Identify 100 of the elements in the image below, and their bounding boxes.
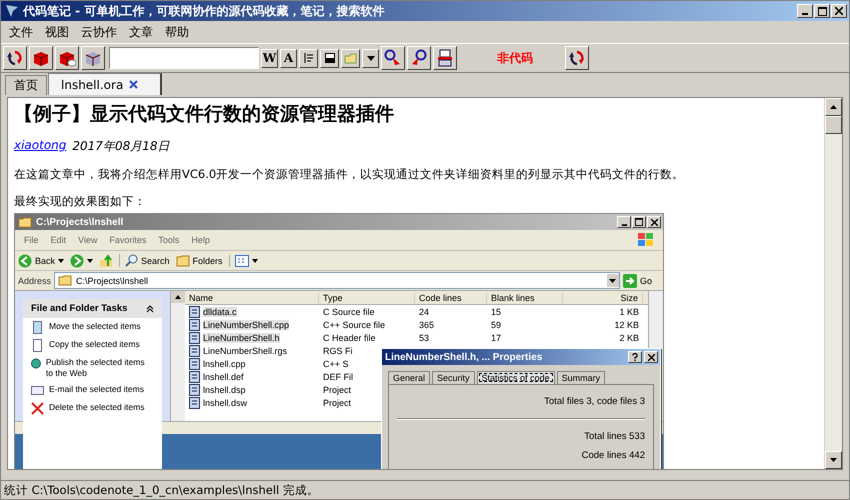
- table-cell: DEF Fil: [323, 372, 353, 382]
- folders-button[interactable]: Folders: [176, 254, 223, 266]
- file-name[interactable]: LineNumberShell.h: [203, 332, 280, 342]
- file-name[interactable]: lnshell.dsw: [203, 398, 248, 408]
- back-button[interactable]: Back: [18, 254, 64, 268]
- dropdown-button[interactable]: [606, 274, 619, 287]
- toolbar-button[interactable]: W: [261, 48, 278, 68]
- window-icon[interactable]: [320, 48, 339, 68]
- menu-item[interactable]: 视图: [39, 24, 75, 40]
- maximize-button[interactable]: [632, 216, 646, 228]
- table-cell-text: 53: [418, 332, 430, 342]
- status-bar: 统计 C:\Tools\codenote_1_0_cn\examples\lnshell 完成。: [1, 480, 849, 499]
- search-field[interactable]: [109, 47, 259, 69]
- close-tab-icon[interactable]: [129, 80, 138, 89]
- scroll-up-button[interactable]: [825, 98, 842, 116]
- minimize-button[interactable]: [797, 4, 813, 18]
- menu-item[interactable]: Favorites: [103, 235, 152, 245]
- scroll-up-button[interactable]: [171, 291, 185, 303]
- file-name[interactable]: lnshell.cpp: [203, 358, 246, 368]
- up-arrow-icon: [175, 295, 181, 299]
- dialog-tab[interactable]: Security: [432, 371, 475, 384]
- close-button[interactable]: [644, 351, 658, 363]
- window-title: C:\Projects\lnshell: [36, 216, 124, 228]
- task-link[interactable]: Delete the selected items: [49, 402, 144, 413]
- search-button[interactable]: Search: [119, 254, 170, 267]
- search-icon: [125, 254, 138, 267]
- menu-item[interactable]: Tools: [152, 235, 186, 245]
- indent-icon[interactable]: [299, 48, 318, 68]
- app-icon: [5, 4, 19, 18]
- menu-item[interactable]: 文章: [123, 24, 159, 40]
- dialog-tab[interactable]: Summary: [556, 371, 606, 384]
- file-icon: [189, 370, 200, 382]
- menu-item[interactable]: 帮助: [159, 24, 195, 40]
- file-name[interactable]: LineNumberShell.rgs: [203, 346, 288, 356]
- dropdown-button[interactable]: [362, 48, 379, 68]
- column-header[interactable]: Size: [563, 292, 643, 302]
- views-button[interactable]: [228, 254, 258, 266]
- menu-item[interactable]: 云协作: [75, 24, 123, 40]
- column-header[interactable]: Type: [319, 292, 415, 302]
- minimize-button[interactable]: [617, 216, 631, 228]
- article-title: 【例子】显示代码文件行数的资源管理器插件: [14, 102, 395, 127]
- box-icon[interactable]: [29, 46, 53, 70]
- menu-item[interactable]: 文件: [3, 24, 39, 40]
- scroll-down-button[interactable]: [825, 451, 842, 469]
- task-link[interactable]: Move the selected items: [49, 321, 141, 332]
- menu-item[interactable]: Edit: [44, 235, 72, 245]
- printer-icon[interactable]: [433, 46, 457, 70]
- table-cell-text: 365: [418, 320, 436, 330]
- folder-icon[interactable]: [341, 48, 360, 68]
- table-cell-text: 15: [490, 306, 502, 316]
- go-button[interactable]: Go: [622, 274, 660, 288]
- menu-item[interactable]: File: [18, 235, 45, 245]
- close-button[interactable]: [831, 4, 847, 18]
- table-cell-text: 12 KB: [613, 320, 640, 330]
- magnifier-icon[interactable]: [407, 46, 431, 70]
- column-header[interactable]: Name: [185, 292, 319, 302]
- task-link[interactable]: Copy the selected items: [49, 339, 140, 350]
- document-tab[interactable]: 首页: [5, 75, 47, 95]
- column-header[interactable]: Blank lines: [487, 292, 563, 302]
- maximize-icon: [635, 218, 643, 226]
- faded-box-icon[interactable]: [81, 46, 105, 70]
- folder-icon: [58, 275, 72, 286]
- document-tab[interactable]: lnshell.ora: [48, 73, 162, 95]
- file-name[interactable]: lnshell.dsp: [203, 384, 246, 394]
- box-cloud-icon[interactable]: [55, 46, 79, 70]
- table-cell-text: 24: [418, 306, 430, 316]
- dialog-tab[interactable]: General: [388, 371, 430, 384]
- table-cell: C++ S: [323, 358, 349, 368]
- close-button[interactable]: [647, 216, 661, 228]
- scroll-thumb[interactable]: [825, 116, 842, 134]
- close-icon: [650, 218, 658, 226]
- file-name[interactable]: dlldata.c: [203, 306, 237, 316]
- address-label: Address: [18, 276, 52, 286]
- refresh-icon[interactable]: [3, 46, 27, 70]
- views-icon: [234, 254, 249, 266]
- file-icon: [189, 306, 200, 318]
- file-name[interactable]: lnshell.def: [203, 372, 244, 382]
- magnifier-icon[interactable]: [381, 46, 405, 70]
- file-name[interactable]: LineNumberShell.cpp: [203, 320, 290, 330]
- collapse-icon[interactable]: [146, 304, 154, 312]
- globe-icon: [31, 357, 41, 370]
- window-title: 代码笔记 - 可单机工作，可联网协作的源代码收藏，笔记，搜索软件: [23, 2, 386, 20]
- caret-icon: [252, 258, 258, 262]
- close-icon: [648, 354, 654, 360]
- file-icon: [189, 358, 200, 370]
- toolbar-button[interactable]: A: [280, 48, 297, 68]
- address-field[interactable]: C:\Projects\lnshell: [54, 272, 620, 289]
- menu-item[interactable]: Help: [185, 235, 216, 245]
- help-button[interactable]: [628, 351, 642, 363]
- author-link[interactable]: xiaotong: [14, 138, 66, 155]
- forward-button[interactable]: [70, 254, 94, 268]
- task-link[interactable]: E-mail the selected items: [49, 384, 144, 395]
- dialog-tab[interactable]: Statistics of code: [476, 371, 555, 384]
- table-cell-text: 17: [490, 332, 502, 342]
- refresh-icon[interactable]: [565, 46, 589, 70]
- column-header[interactable]: Code lines: [415, 292, 487, 302]
- mail-icon: [31, 384, 44, 397]
- task-link[interactable]: Publish the selected items to the Web: [46, 357, 154, 379]
- menu-item[interactable]: View: [72, 235, 104, 245]
- maximize-button[interactable]: [814, 4, 830, 18]
